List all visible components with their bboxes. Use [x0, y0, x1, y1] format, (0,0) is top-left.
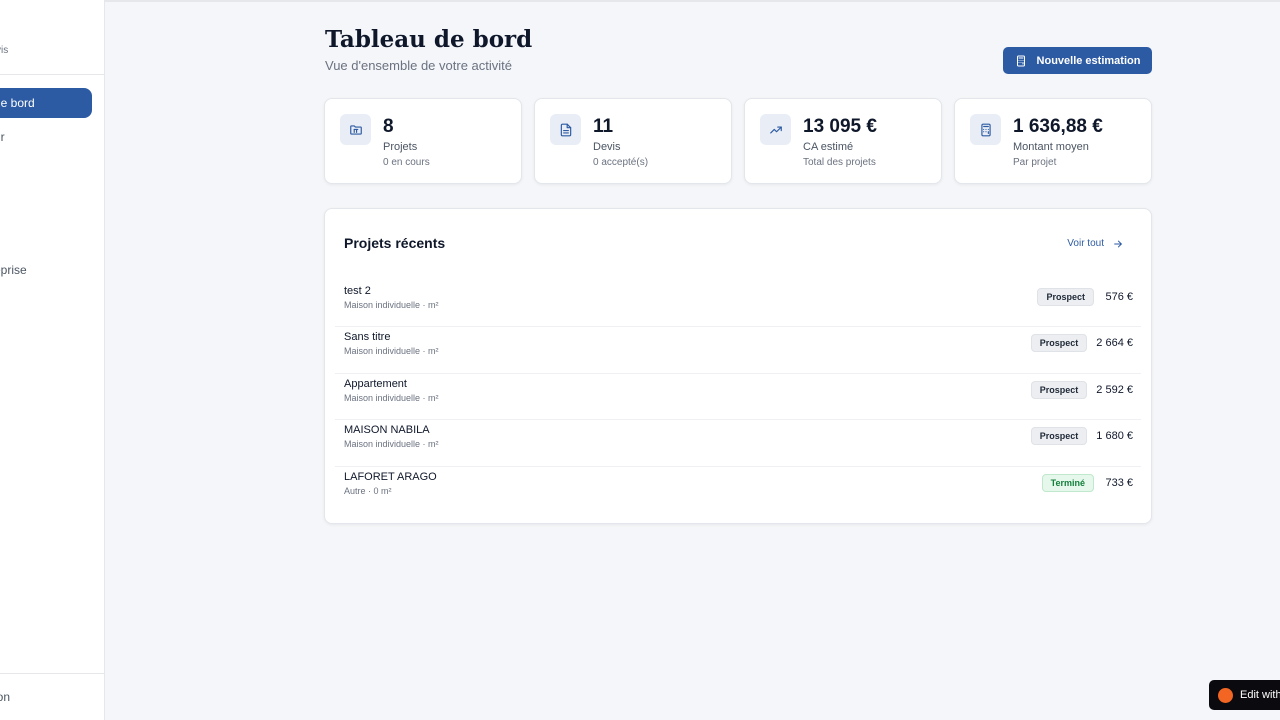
stat-value: 1 636,88 €: [1013, 116, 1103, 137]
sidebar-item-estimator[interactable]: ur: [0, 122, 92, 152]
sidebar-item-dashboard[interactable]: de bord: [0, 88, 92, 118]
status-badge: Prospect: [1030, 334, 1088, 353]
document-icon: [560, 123, 571, 136]
stat-label: CA estimé: [803, 141, 854, 153]
stat-value: 11: [593, 116, 614, 137]
project-amount: 733 €: [1105, 476, 1133, 489]
project-row[interactable]: Appartement Maison individuelle · m² Pro…: [335, 374, 1141, 421]
project-row[interactable]: Sans titre Maison individuelle · m² Pros…: [335, 327, 1141, 374]
new-estimate-button[interactable]: Nouvelle estimation: [1003, 47, 1152, 74]
sidebar-item-label: de bord: [0, 96, 35, 110]
top-border: [0, 0, 1280, 2]
project-amount: 2 664 €: [1096, 337, 1133, 350]
sidebar-item-label: ur: [0, 130, 5, 144]
sidebar-brand: .: [0, 14, 1, 38]
stat-value: 8: [383, 116, 394, 137]
status-badge: Prospect: [1030, 380, 1088, 399]
edit-with-widget[interactable]: Edit with: [1209, 680, 1280, 710]
project-meta: Autre · 0 m²: [344, 485, 392, 496]
project-meta: Maison individuelle · m²: [344, 439, 439, 450]
project-name: MAISON NABILA: [344, 424, 430, 437]
calculator-icon: [980, 123, 991, 136]
stat-card-average: 1 636,88 € Montant moyen Par projet: [954, 98, 1152, 184]
trending-up-icon: [769, 126, 782, 133]
arrow-right-icon: [1114, 240, 1122, 247]
project-name: Sans titre: [344, 331, 391, 344]
project-meta: Maison individuelle · m²: [344, 346, 439, 357]
page-subtitle: Vue d'ensemble de votre activité: [325, 58, 512, 73]
project-name: test 2: [344, 285, 371, 297]
recent-projects-list: test 2 Maison individuelle · m² Prospect…: [325, 281, 1151, 513]
recent-projects-title: Projets récents: [344, 235, 446, 251]
project-row[interactable]: LAFORET ARAGO Autre · 0 m² Terminé 733 €: [335, 467, 1141, 513]
project-amount: 576 €: [1105, 291, 1133, 303]
stat-hint: Total des projets: [803, 157, 876, 168]
project-row[interactable]: MAISON NABILA Maison individuelle · m² P…: [335, 420, 1141, 467]
see-all-label: Voir tout: [1067, 238, 1104, 249]
sidebar-brand-subtitle: vis: [0, 45, 9, 56]
sidebar-footer-item[interactable]: ion: [0, 682, 92, 712]
project-amount: 2 592 €: [1096, 383, 1133, 396]
calculator-icon: [1016, 55, 1025, 66]
stat-label: Devis: [593, 141, 621, 153]
page-title: Tableau de bord: [325, 26, 533, 53]
project-amount: 1 680 €: [1096, 430, 1133, 443]
stat-value: 13 095 €: [803, 116, 877, 137]
project-name: Appartement: [344, 377, 407, 390]
sidebar-item-label: ion: [0, 690, 11, 704]
stat-card-quotes: 11 Devis 0 accepté(s): [534, 98, 732, 184]
project-row[interactable]: test 2 Maison individuelle · m² Prospect…: [335, 281, 1141, 328]
stat-hint: 0 en cours: [383, 157, 430, 168]
project-name: LAFORET ARAGO: [344, 470, 437, 483]
sidebar-item-label: eprise: [0, 263, 27, 277]
stat-hint: 0 accepté(s): [593, 157, 649, 168]
recent-projects-card: Projets récents Voir tout test 2 Maison …: [324, 208, 1152, 524]
sidebar-item-company[interactable]: eprise: [0, 255, 92, 285]
stat-label: Montant moyen: [1013, 141, 1089, 153]
stat-hint: Par projet: [1013, 157, 1057, 168]
status-badge: Prospect: [1030, 427, 1088, 446]
sidebar-divider: [0, 673, 104, 674]
stat-card-projects: 8 Projets 0 en cours: [324, 98, 522, 184]
new-estimate-label: Nouvelle estimation: [1036, 54, 1141, 67]
edit-with-label: Edit with: [1240, 689, 1280, 701]
stat-card-revenue: 13 095 € CA estimé Total des projets: [744, 98, 942, 184]
sidebar-divider: [0, 74, 104, 75]
stat-label: Projets: [383, 141, 418, 153]
folder-icon: [349, 124, 362, 135]
project-meta: Maison individuelle · m²: [344, 300, 439, 310]
status-badge: Prospect: [1037, 288, 1094, 306]
status-badge: Terminé: [1041, 473, 1094, 492]
see-all-link[interactable]: Voir tout: [1067, 238, 1123, 249]
sidebar: . vis de bord ur eprise ion: [0, 0, 105, 720]
project-meta: Maison individuelle · m²: [344, 392, 439, 403]
editor-logo-icon: [1218, 687, 1233, 703]
